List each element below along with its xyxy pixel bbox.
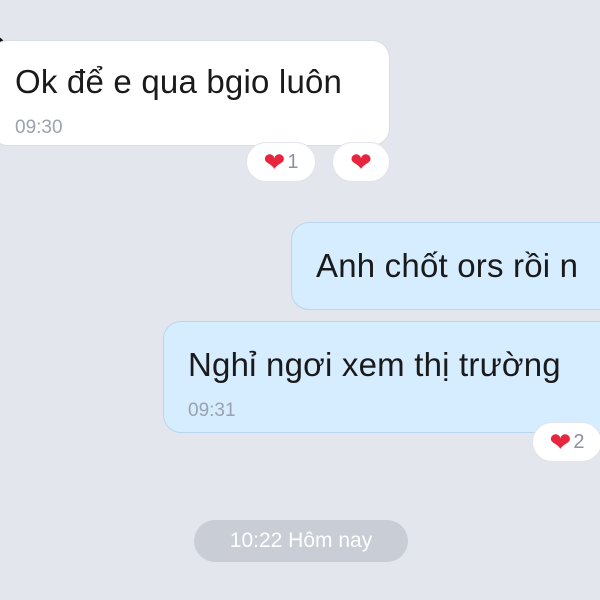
message-bubble-outgoing[interactable]: Nghỉ ngơi xem thị trường 09:31 xyxy=(163,321,600,433)
message-bubble-incoming[interactable]: Ok để e qua bgio luôn 09:30 xyxy=(0,40,390,146)
message-bubble-outgoing[interactable]: Anh chốt ors rồi n xyxy=(291,222,600,310)
message-time: 09:31 xyxy=(188,400,236,421)
heart-icon: ❤ xyxy=(263,147,286,177)
message-text: Nghỉ ngơi xem thị trường xyxy=(188,346,561,383)
message-text: Ok để e qua bgio luôn xyxy=(15,63,343,100)
reaction-count: 2 xyxy=(573,430,585,453)
reaction-badge[interactable]: ❤ 1 xyxy=(246,142,316,182)
message-text: Anh chốt ors rồi n xyxy=(316,247,579,284)
message-time: 09:30 xyxy=(15,117,63,138)
heart-icon: ❤ xyxy=(350,147,372,177)
date-separator: 10:22 Hôm nay xyxy=(194,520,408,562)
reaction-badge[interactable]: ❤ 2 xyxy=(532,422,600,462)
reaction-count: 1 xyxy=(287,150,299,173)
heart-icon: ❤ xyxy=(549,427,572,457)
add-reaction-button[interactable]: ❤ xyxy=(332,142,390,182)
chat-conversation: Ok để e qua bgio luôn 09:30 ❤ 1 ❤ Anh ch… xyxy=(0,0,600,600)
